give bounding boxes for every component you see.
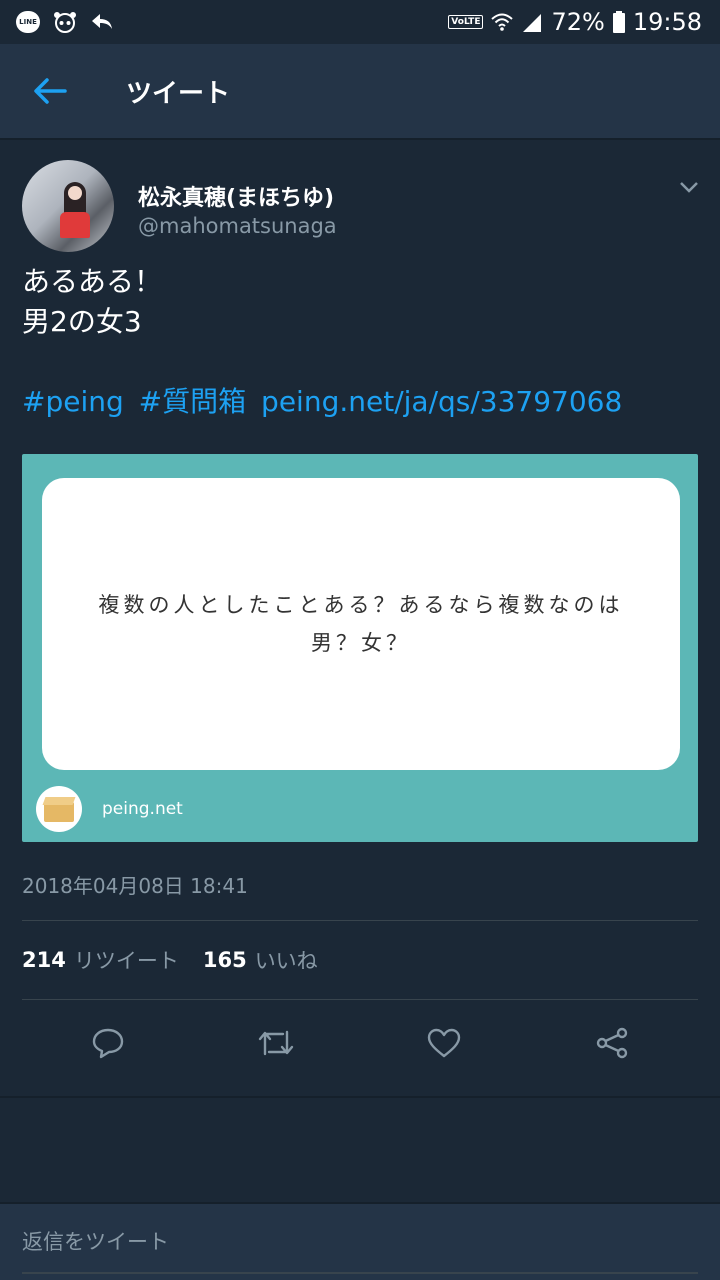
replies-area (0, 1098, 720, 1202)
reply-arrow-icon (92, 14, 112, 29)
retweet-button[interactable] (246, 1013, 306, 1073)
retweet-count[interactable]: 214 (22, 948, 66, 972)
volte-badge: VoLTE (448, 15, 484, 29)
reply-bar: 返信をツイート (0, 1202, 720, 1280)
back-button[interactable] (0, 43, 100, 139)
heart-icon (427, 1028, 461, 1058)
comment-icon (92, 1028, 124, 1059)
hashtag-link[interactable]: #質問箱 (139, 385, 246, 418)
wifi-icon (491, 13, 514, 31)
reply-underline (22, 1272, 698, 1274)
battery-icon (612, 11, 625, 33)
signal-icon (523, 14, 542, 32)
url-link[interactable]: peing.net/ja/qs/33797068 (261, 385, 622, 418)
card-footer: peing.net (36, 786, 183, 832)
back-arrow-icon (34, 78, 67, 104)
like-count[interactable]: 165 (203, 948, 247, 972)
status-bar: LINE VoLTE 72% 19:58 (0, 0, 720, 44)
tweet-header: 松永真穂(まほちゆ) @mahomatsunaga (0, 142, 720, 262)
question-box: 複数の人としたことある？あるなら複数なのは 男？女？ (42, 478, 680, 770)
retweet-icon (258, 1030, 294, 1056)
avatar[interactable] (22, 160, 114, 252)
tweet-timestamp: 2018年04月08日 18:41 (22, 874, 248, 898)
display-name[interactable]: 松永真穂(まほちゆ) (138, 180, 334, 212)
tweet-detail: 松永真穂(まほちゆ) @mahomatsunaga あるある！ 男2の女3 #p… (0, 142, 720, 1086)
question-line: 男？女？ (311, 631, 411, 655)
battery-percent: 72% (551, 8, 605, 36)
tweet-stats: 214 リツイート 165 いいね (0, 921, 720, 999)
tweet-links: #peing #質問箱 peing.net/ja/qs/33797068 (0, 382, 720, 422)
user-handle[interactable]: @mahomatsunaga (138, 214, 337, 238)
box-logo-icon (36, 786, 82, 832)
like-button[interactable] (414, 1013, 474, 1073)
card-domain: peing.net (102, 799, 183, 819)
line-app-icon: LINE (16, 11, 40, 33)
raccoon-app-icon (54, 12, 76, 33)
reply-button[interactable] (78, 1013, 138, 1073)
clock: 19:58 (632, 8, 702, 36)
question-line: 複数の人としたことある？あるなら複数なのは (98, 593, 624, 617)
page-title: ツイート (126, 78, 231, 109)
reply-input[interactable]: 返信をツイート (22, 1226, 169, 1256)
like-label[interactable]: いいね (255, 945, 318, 975)
action-bar (0, 1000, 720, 1086)
retweet-label[interactable]: リツイート (74, 945, 179, 975)
tweet-text-line: あるある！ (22, 265, 163, 298)
hashtag-link[interactable]: #peing (22, 385, 124, 418)
tweet-text-line: 男2の女3 (22, 305, 142, 338)
tweet-text: あるある！ 男2の女3 (0, 262, 720, 342)
chevron-down-icon[interactable] (678, 176, 700, 198)
share-button[interactable] (582, 1013, 642, 1073)
link-card[interactable]: 複数の人としたことある？あるなら複数なのは 男？女？ peing.net (22, 454, 698, 842)
app-bar: ツイート (0, 44, 720, 140)
share-icon (596, 1027, 628, 1059)
